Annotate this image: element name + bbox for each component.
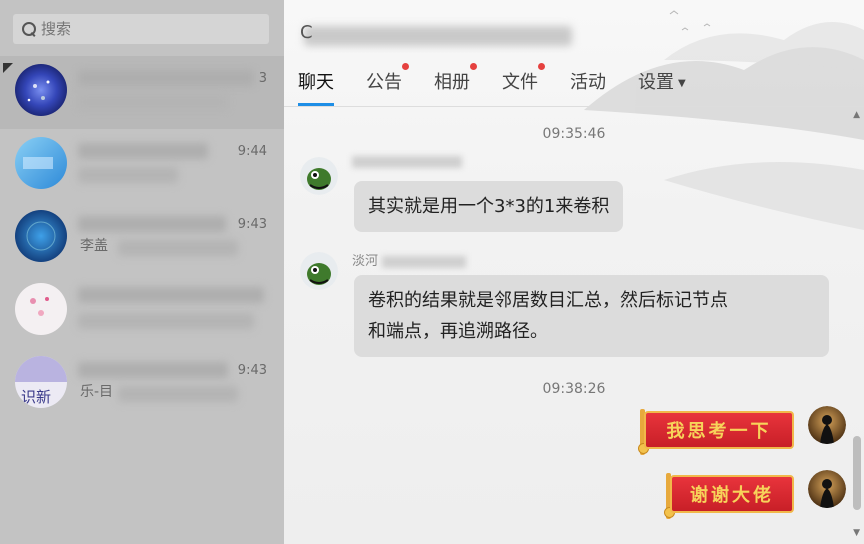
- conversation-name-blurred: [78, 143, 208, 159]
- conversation-preview: 乐-目: [80, 384, 114, 400]
- svg-text:识新: 识新: [21, 388, 51, 406]
- conversation-item[interactable]: 9:44: [0, 129, 284, 202]
- search-box[interactable]: [13, 14, 269, 44]
- tab-label: 设置: [638, 72, 674, 93]
- scrollbar-thumb[interactable]: [853, 436, 861, 510]
- unread-dot: [402, 63, 409, 70]
- tab-label: 聊天: [298, 72, 334, 93]
- conversation-preview-blurred: [118, 386, 238, 402]
- avatar[interactable]: [300, 252, 338, 290]
- message-bubble: 卷积的结果就是邻居数目汇总，然后标记节点 和端点，再追溯路径。: [354, 275, 829, 357]
- conversation-time: 9:44: [237, 144, 267, 159]
- sticker-message[interactable]: 我思考一下: [638, 409, 796, 455]
- group-title-blurred: [304, 26, 572, 46]
- sender-name-blurred: [382, 256, 466, 268]
- conversation-time: 3: [258, 71, 267, 86]
- avatar: [15, 283, 67, 335]
- tab-label: 活动: [570, 72, 606, 93]
- tab-chat[interactable]: 聊天: [298, 66, 334, 106]
- tab-album[interactable]: 相册: [434, 63, 477, 106]
- tab-announcement[interactable]: 公告: [366, 63, 409, 106]
- avatar[interactable]: [808, 470, 846, 508]
- sender-name-blurred: [352, 156, 462, 168]
- conversation-item[interactable]: 9:43 李盖: [0, 202, 284, 275]
- pin-marker-icon: [3, 63, 13, 73]
- conversation-time: 9:43: [237, 217, 267, 232]
- tab-files[interactable]: 文件: [502, 63, 545, 106]
- avatar: [15, 137, 67, 189]
- message-timestamp: 09:35:46: [542, 126, 606, 142]
- tab-settings[interactable]: 设置 ▼: [638, 66, 686, 106]
- tab-label: 文件: [502, 72, 538, 93]
- sticker-text: 我思考一下: [644, 411, 794, 449]
- avatar: 识新: [15, 356, 67, 408]
- conversation-preview-blurred: [118, 240, 238, 256]
- tab-label: 相册: [434, 72, 470, 93]
- avatar: [15, 64, 67, 116]
- sender-name: 淡河: [352, 254, 379, 269]
- conversation-preview: 李盖: [80, 238, 108, 254]
- tab-divider: [284, 106, 864, 107]
- chevron-down-icon: ▼: [678, 77, 686, 89]
- message-timestamp: 09:38:26: [542, 381, 606, 397]
- message-bubble: 其实就是用一个3*3的1来卷积: [354, 181, 624, 232]
- message-line: 卷积的结果就是邻居数目汇总，然后标记节点: [368, 290, 728, 311]
- sticker-message[interactable]: 谢谢大佬: [664, 473, 796, 519]
- avatar: [15, 210, 67, 262]
- group-title: C: [300, 22, 313, 43]
- scroll-up-arrow-icon[interactable]: ▲: [853, 110, 860, 120]
- chat-tabs: 聊天 公告 相册 文件 活动 设置 ▼: [298, 63, 718, 106]
- message-line: 和端点，再追溯路径。: [368, 321, 548, 342]
- conversation-name-blurred: [78, 362, 228, 378]
- avatar[interactable]: [300, 157, 338, 195]
- unread-dot: [538, 63, 545, 70]
- sticker-text: 谢谢大佬: [670, 475, 794, 513]
- conversation-name-blurred: [78, 287, 264, 303]
- avatar[interactable]: [808, 406, 846, 444]
- unread-dot: [470, 63, 477, 70]
- search-input[interactable]: [41, 20, 241, 38]
- tab-label: 公告: [366, 72, 402, 93]
- conversation-preview-blurred: [78, 94, 228, 110]
- search-icon: [22, 21, 37, 37]
- conversation-time: 9:43: [237, 363, 267, 378]
- conversation-preview-blurred: [78, 167, 178, 183]
- conversation-name-blurred: [78, 70, 254, 86]
- conversation-name-blurred: [78, 216, 226, 232]
- conversation-item[interactable]: 3: [0, 56, 284, 129]
- conversation-item[interactable]: 识新 9:43 乐-目: [0, 348, 284, 421]
- sidebar: 3 9:44 9:43 李盖: [0, 0, 284, 544]
- conversation-list: 3 9:44 9:43 李盖 识新 9:43 乐-目: [0, 56, 284, 421]
- scroll-down-arrow-icon[interactable]: ▼: [853, 528, 860, 538]
- conversation-preview-blurred: [78, 313, 254, 329]
- chat-pane: C 聊天 公告 相册 文件 活动 设置 ▼ 09:35:46 其实就是用一个3*3…: [284, 0, 864, 544]
- tab-activities[interactable]: 活动: [570, 66, 606, 106]
- conversation-item[interactable]: [0, 275, 284, 348]
